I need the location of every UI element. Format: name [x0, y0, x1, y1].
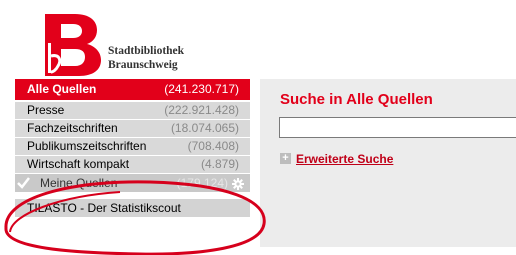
library-name-line2: Braunschweig [108, 59, 178, 71]
search-panel: Suche in Alle Quellen + Erweiterte Suche [260, 79, 516, 247]
source-count: (241.230.717) [164, 82, 239, 96]
library-logo[interactable]: Stadtbibliothek Braunschweig [45, 14, 205, 76]
source-count: (4.879) [200, 157, 239, 171]
source-item-presse[interactable]: Presse (222.921.428) [15, 102, 250, 119]
source-label: Fachzeitschriften [27, 121, 118, 135]
plus-icon: + [280, 153, 291, 165]
checkmark-icon [17, 176, 30, 194]
library-name: Stadtbibliothek Braunschweig [108, 44, 184, 72]
source-count: (222.921.428) [164, 103, 239, 117]
search-input[interactable] [279, 117, 516, 138]
library-name-line1: Stadtbibliothek [108, 45, 185, 57]
source-count: (18.074.065) [170, 121, 239, 135]
source-list: Alle Quellen (241.230.717) Presse (222.9… [15, 79, 250, 218]
gear-icon[interactable] [232, 177, 244, 195]
source-item-meine-quellen[interactable]: Meine Quellen (179.124) [15, 174, 250, 192]
source-label: Meine Quellen [40, 176, 118, 190]
search-title: Suche in Alle Quellen [280, 91, 433, 108]
advanced-search-label: Erweiterte Suche [296, 151, 394, 166]
source-label: TILASTO - Der Statistikscout [27, 201, 181, 215]
bb-logo-mark [45, 14, 101, 76]
source-count: (179.124) [176, 176, 228, 190]
source-label: Presse [27, 103, 65, 117]
source-label: Wirtschaft kompakt [27, 157, 130, 171]
source-label: Alle Quellen [27, 82, 97, 96]
source-item-tilasto[interactable]: TILASTO - Der Statistikscout [15, 199, 250, 217]
source-item-wirtschaft-kompakt[interactable]: Wirtschaft kompakt (4.879) [15, 156, 250, 173]
source-count: (708.408) [187, 139, 239, 153]
source-item-alle-quellen[interactable]: Alle Quellen (241.230.717) [15, 79, 250, 100]
source-label: Publikumszeitschriften [27, 139, 147, 153]
source-item-fachzeitschriften[interactable]: Fachzeitschriften (18.074.065) [15, 120, 250, 137]
advanced-search-link[interactable]: + Erweiterte Suche [280, 150, 394, 166]
source-item-publikumszeitschriften[interactable]: Publikumszeitschriften (708.408) [15, 138, 250, 155]
